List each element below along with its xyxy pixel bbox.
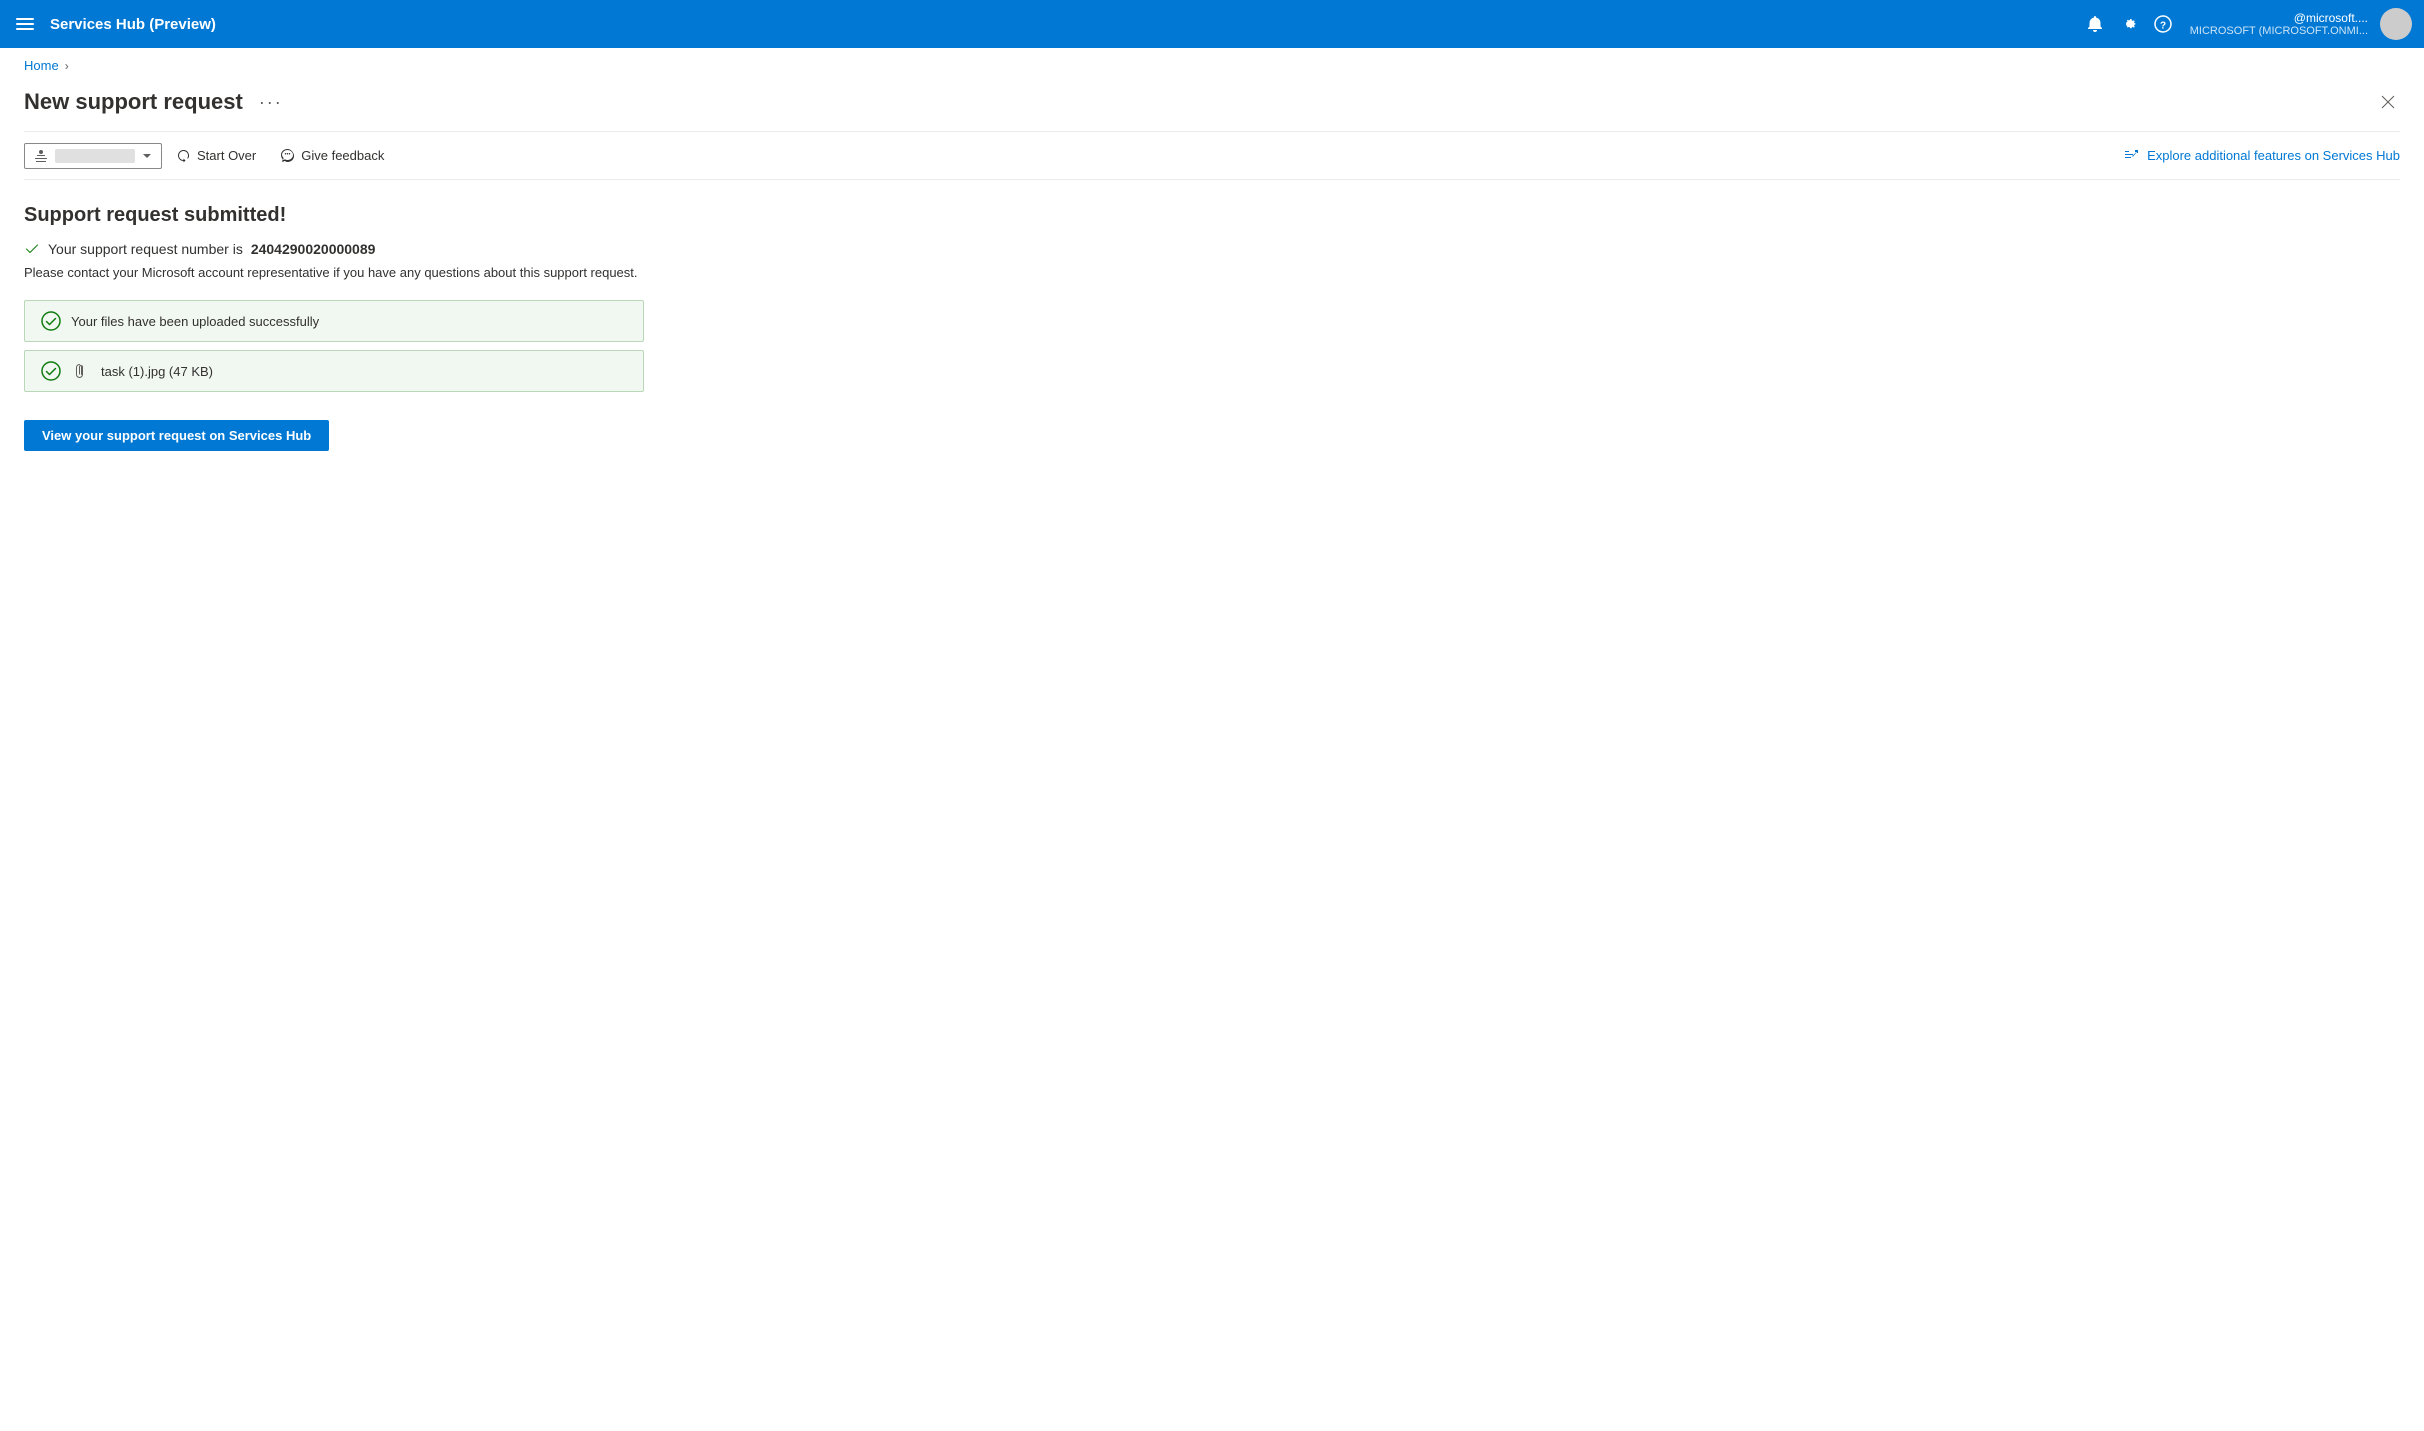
page-title: New support request bbox=[24, 89, 243, 115]
notification-button[interactable] bbox=[2080, 9, 2110, 39]
upload-success-box: Your files have been uploaded successful… bbox=[24, 300, 644, 342]
file-check-icon bbox=[41, 361, 61, 381]
give-feedback-label: Give feedback bbox=[301, 148, 384, 163]
toolbar-right: Explore additional features on Services … bbox=[2123, 148, 2400, 164]
app-title: Services Hub (Preview) bbox=[50, 16, 2068, 33]
main-container: Home › New support request ··· bbox=[0, 48, 2424, 475]
content-section: Support request submitted! Your support … bbox=[24, 180, 2400, 475]
file-name: task (1).jpg (47 KB) bbox=[101, 364, 213, 379]
explore-label: Explore additional features on Services … bbox=[2147, 148, 2400, 163]
upload-success-message: Your files have been uploaded successful… bbox=[71, 314, 319, 329]
view-button-label: View your support request on Services Hu… bbox=[42, 428, 311, 443]
refresh-icon bbox=[176, 148, 191, 163]
user-name: @microsoft.... bbox=[2294, 11, 2368, 25]
check-icon bbox=[24, 241, 40, 257]
user-avatar[interactable] bbox=[2380, 8, 2412, 40]
start-over-button[interactable]: Start Over bbox=[166, 142, 266, 169]
give-feedback-button[interactable]: Give feedback bbox=[270, 142, 394, 169]
view-support-request-button[interactable]: View your support request on Services Hu… bbox=[24, 420, 329, 451]
submitted-title: Support request submitted! bbox=[24, 204, 2400, 227]
breadcrumb: Home › bbox=[24, 48, 2400, 79]
explore-features-link[interactable]: Explore additional features on Services … bbox=[2123, 148, 2400, 164]
request-number-label: Your support request number is bbox=[48, 241, 243, 257]
feedback-icon bbox=[280, 148, 295, 163]
breadcrumb-separator: › bbox=[65, 59, 69, 73]
request-number-row: Your support request number is 240429002… bbox=[24, 241, 2400, 257]
file-upload-success-box: task (1).jpg (47 KB) bbox=[24, 350, 644, 392]
topbar-icons: ? @microsoft.... MICROSOFT (MICROSOFT.ON… bbox=[2080, 8, 2412, 40]
svg-text:?: ? bbox=[2160, 21, 2166, 32]
contact-note: Please contact your Microsoft account re… bbox=[24, 265, 2400, 280]
attachment-icon bbox=[75, 363, 91, 379]
upload-success-icon bbox=[41, 311, 61, 331]
explore-icon bbox=[2123, 148, 2139, 164]
settings-button[interactable] bbox=[2114, 9, 2144, 39]
toolbar: Start Over Give feedback E bbox=[24, 132, 2400, 180]
user-info: @microsoft.... MICROSOFT (MICROSOFT.ONMI… bbox=[2190, 11, 2368, 37]
hamburger-menu-button[interactable] bbox=[12, 11, 38, 37]
more-options-button[interactable]: ··· bbox=[253, 90, 289, 115]
chevron-down-icon bbox=[141, 150, 153, 162]
close-button[interactable] bbox=[2376, 90, 2400, 114]
start-over-label: Start Over bbox=[197, 148, 256, 163]
user-org: MICROSOFT (MICROSOFT.ONMI... bbox=[2190, 25, 2368, 37]
selector-icon bbox=[33, 148, 49, 164]
topbar: Services Hub (Preview) ? @microsoft.... … bbox=[0, 0, 2424, 48]
service-selector[interactable] bbox=[24, 143, 162, 169]
request-number-value: 2404290020000089 bbox=[251, 241, 376, 257]
help-button[interactable]: ? bbox=[2148, 9, 2178, 39]
toolbar-left: Start Over Give feedback bbox=[24, 142, 2119, 169]
selector-text bbox=[55, 149, 135, 163]
breadcrumb-home-link[interactable]: Home bbox=[24, 58, 59, 73]
page-header: New support request ··· bbox=[24, 79, 2400, 132]
